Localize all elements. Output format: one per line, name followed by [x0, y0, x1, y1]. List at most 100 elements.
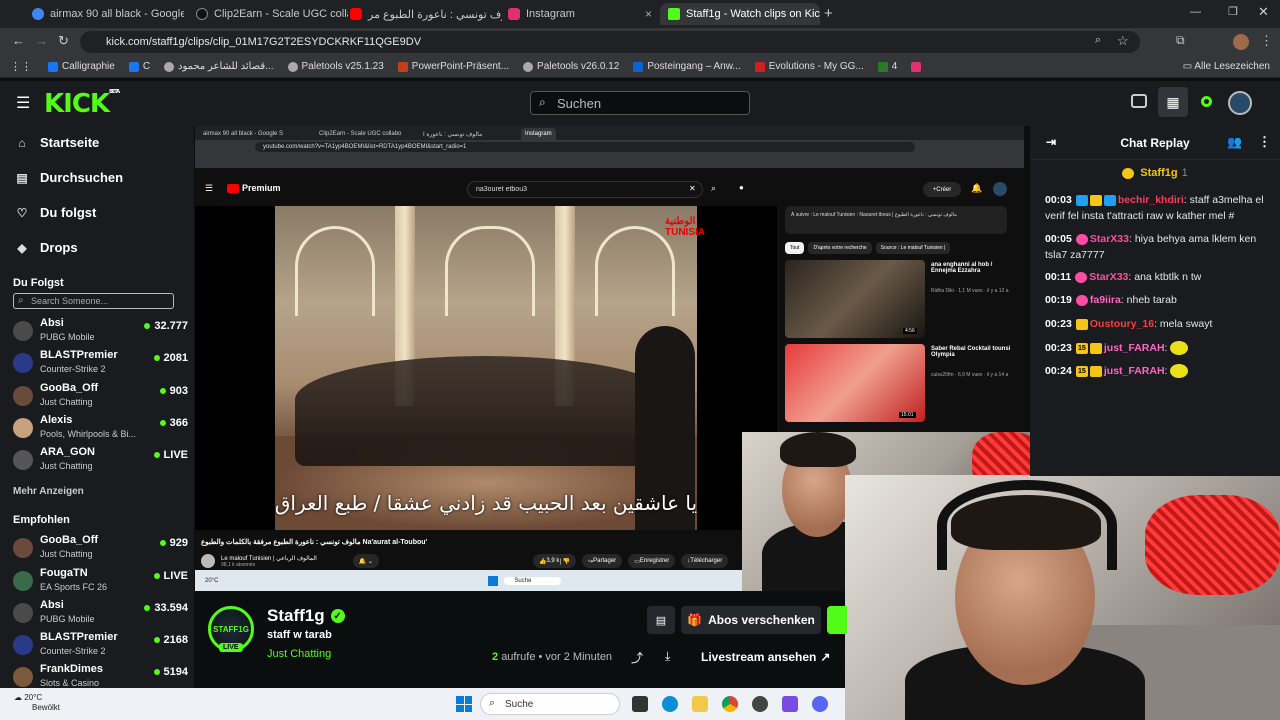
concert-scene: الوطنية TUNISIA [275, 206, 705, 530]
channel-item[interactable]: Absi PUBG Mobile 32.777 [13, 317, 188, 347]
back-icon[interactable]: ← [12, 33, 25, 48]
new-tab-icon[interactable]: + [824, 5, 833, 22]
nav-home[interactable]: ⌂ Startseite [16, 135, 99, 150]
bookmark[interactable]: C [128, 61, 150, 72]
gift-icon: 🎁 [687, 613, 703, 627]
captured-tab-bar: airmax 90 all black - Google S Clip2Earn… [195, 126, 1024, 140]
status-icon[interactable] [1201, 96, 1212, 107]
facebook-icon [128, 61, 139, 72]
show-more-link[interactable]: Mehr Anzeigen [13, 486, 84, 497]
dashboard-icon[interactable]: ▦ [1158, 87, 1188, 117]
browser-tab[interactable]: مالوف تونسي : ناعورة الطبوع مر× [342, 3, 502, 25]
watch-livestream-link[interactable]: Livestream ansehen ↗ [701, 650, 830, 664]
browser-tab-active[interactable]: Staff1g - Watch clips on Kic× [660, 3, 820, 25]
channel-item[interactable]: GooBa_Off Just Chatting 903 [13, 382, 188, 412]
kick-logo[interactable]: KICKBETA [44, 89, 120, 119]
bookmark-icon [877, 61, 888, 72]
nav-drops[interactable]: ◆ Drops [16, 240, 77, 255]
close-icon[interactable]: × [645, 7, 652, 21]
address-bar[interactable]: kick.com/staff1g/clips/clip_01M17G2T2ESY… [80, 31, 1140, 53]
viewer-count: 2081 [153, 352, 188, 364]
gift-subs-button[interactable]: 🎁 Abos verschenken [681, 606, 821, 634]
bookmark[interactable]: PowerPoint-Präsent... [397, 61, 509, 72]
channel-item[interactable]: BLASTPremier Counter-Strike 2 2081 [13, 349, 188, 379]
collapse-chat-icon[interactable]: ⇥ [1046, 135, 1056, 149]
channel-item[interactable]: GooBa_Off Just Chatting 929 [13, 534, 188, 564]
bookmark[interactable]: 4 [877, 61, 897, 72]
edge-icon[interactable] [662, 696, 678, 712]
channel-name[interactable]: Staff1g ✓ [267, 606, 345, 626]
bookmark[interactable] [911, 61, 922, 72]
discord-icon[interactable] [812, 696, 828, 712]
users-icon[interactable]: 👥 [1227, 135, 1242, 149]
orchestra [295, 356, 675, 466]
following-heading: Du Folgst [13, 277, 64, 289]
reload-icon[interactable]: ↻ [58, 33, 69, 49]
channel-item[interactable]: FrankDimes Slots & Casino 5194 [13, 663, 188, 688]
clips-icon[interactable] [1131, 94, 1147, 108]
app-icon[interactable] [752, 696, 768, 712]
bookmark[interactable]: Posteingang – Anw... [633, 61, 741, 72]
create-button: + Créer [923, 182, 961, 197]
share-icon[interactable]: ⤴ [631, 649, 643, 666]
instagram-icon [508, 8, 520, 20]
live-dot-icon [153, 669, 160, 675]
weather-widget[interactable]: ☁ 20°C Bewölkt [14, 693, 60, 713]
captured-taskbar: 20°C Suche [195, 570, 755, 591]
chat-message: 00:23 15 just_FARAH: [1045, 340, 1273, 356]
theater-mode-button[interactable]: ▤ [647, 606, 675, 634]
channel-item[interactable]: FougaTN EA Sports FC 26 LIVE [13, 567, 188, 597]
viewer-count: 5194 [153, 666, 188, 678]
following-search-input[interactable]: ⌕ Search Someone... [13, 293, 174, 309]
task-view-icon[interactable] [632, 696, 648, 712]
channel-item[interactable]: Alexis Pools, Whirlpools & Bi... 366 [13, 414, 188, 444]
extensions-icon[interactable]: ⧉ [1176, 33, 1185, 48]
avatar [13, 450, 33, 470]
forward-icon[interactable]: → [35, 33, 48, 48]
chrome-icon[interactable] [722, 696, 738, 712]
zoom-icon[interactable]: ⌕ [1095, 34, 1101, 47]
bookmark[interactable]: قصائد للشاعر محمود... [164, 61, 274, 72]
clip-views: 2 aufrufe • vor 2 Minuten [492, 651, 613, 663]
apps-icon[interactable]: ⋮⋮ [10, 60, 32, 73]
more-icon[interactable]: ⋮ [1258, 134, 1271, 150]
browser-tab[interactable]: Clip2Earn - Scale UGC collabora× [188, 3, 348, 25]
download-icon[interactable]: ⤓ [665, 649, 670, 664]
nav-following[interactable]: ♡ Du folgst [16, 205, 97, 220]
user-avatar[interactable] [1228, 91, 1252, 115]
captured-tab: airmax 90 all black - Google S [203, 131, 284, 137]
window-close-icon[interactable]: ✕ [1258, 4, 1269, 20]
channel-item[interactable]: ARA_GON Just Chatting LIVE [13, 446, 188, 476]
sub-badge-icon: 15 [1075, 365, 1088, 377]
browser-tab[interactable]: Instagram × [500, 3, 660, 25]
profile-avatar[interactable] [1233, 34, 1249, 50]
app-icon[interactable] [782, 696, 798, 712]
taskbar-search[interactable]: ⌕ Suche [480, 693, 620, 715]
channel-item[interactable]: Absi PUBG Mobile 33.594 [13, 599, 188, 629]
bookmark[interactable]: Evolutions - My GG... [754, 61, 864, 72]
follow-button[interactable] [827, 606, 847, 634]
nav-browse[interactable]: ▤ Durchsuchen [16, 170, 123, 185]
browser-tab[interactable]: airmax 90 all black - Google Su× [24, 3, 184, 25]
globe-icon [287, 61, 298, 72]
restore-icon[interactable]: ❐ [1228, 5, 1238, 18]
live-dot-icon [153, 637, 160, 643]
bookmark[interactable]: Paletools v25.1.23 [287, 61, 384, 72]
clip2earn-icon [196, 8, 208, 20]
badge-icon [1075, 233, 1088, 245]
like-button: 👍 3,9 k | 👎 [532, 554, 577, 568]
bookmark-star-icon[interactable]: ☆ [1117, 33, 1129, 49]
windows-start-icon[interactable] [456, 696, 472, 712]
minimize-icon[interactable]: — [1190, 6, 1201, 18]
hamburger-menu-icon[interactable]: ☰ [16, 93, 30, 113]
channel-item[interactable]: BLASTPremier Counter-Strike 2 2168 [13, 631, 188, 661]
file-explorer-icon[interactable] [692, 696, 708, 712]
bookmark[interactable]: Calligraphie [48, 61, 115, 72]
bookmark[interactable]: Paletools v26.0.12 [523, 61, 619, 72]
menu-icon[interactable]: ⋮ [1260, 33, 1273, 49]
globe-icon [164, 61, 175, 72]
avatar [993, 182, 1007, 196]
search-input[interactable]: ⌕ Suchen [530, 91, 750, 115]
category-link[interactable]: Just Chatting [267, 648, 331, 660]
all-bookmarks[interactable]: ▭ Alle Lesezeichen [1183, 61, 1270, 72]
